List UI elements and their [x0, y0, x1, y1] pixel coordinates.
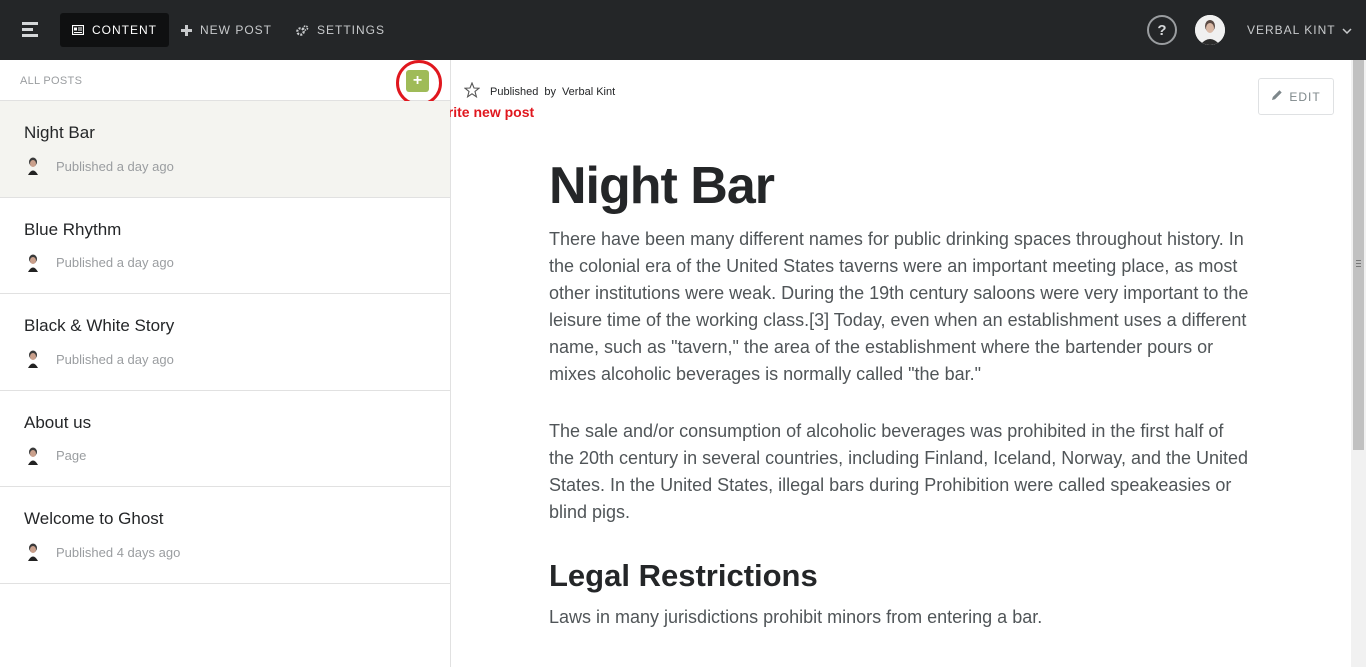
user-menu[interactable]: VERBAL KINT — [1247, 23, 1352, 37]
scrollbar-thumb[interactable] — [1353, 60, 1364, 450]
help-button[interactable]: ? — [1147, 15, 1177, 45]
article-paragraph: Laws in many jurisdictions prohibit mino… — [549, 607, 1043, 627]
pencil-icon — [1271, 89, 1283, 104]
content-icon — [72, 25, 84, 35]
author-avatar-icon — [28, 157, 38, 175]
article-heading: Legal Restrictions — [549, 558, 818, 593]
list-item-post-1[interactable]: Blue Rhythm Published a day ago — [0, 198, 450, 294]
list-item-post-3[interactable]: About us Page — [0, 391, 450, 487]
publish-status: Published — [490, 85, 539, 98]
post-meta: Published a day ago — [26, 254, 174, 272]
post-preview: Published by Verbal Kint EDIT Night Bar … — [451, 60, 1351, 667]
author-avatar-icon — [28, 254, 38, 272]
nav-new-post[interactable]: NEW POST — [181, 13, 272, 47]
publish-by: by — [544, 85, 556, 98]
post-status: Published a day ago — [56, 255, 174, 270]
post-title: Welcome to Ghost — [24, 509, 164, 528]
edit-button[interactable]: EDIT — [1258, 78, 1334, 115]
gears-icon — [296, 24, 309, 36]
scrollbar[interactable] — [1351, 60, 1366, 667]
article-paragraph: The sale and/or consumption of alcoholic… — [549, 421, 1249, 522]
author-avatar-icon — [28, 350, 38, 368]
user-avatar[interactable] — [1195, 15, 1225, 45]
list-item-post-2[interactable]: Black & White Story Published a day ago — [0, 294, 450, 391]
publish-author: Verbal Kint — [561, 85, 616, 98]
nav-settings[interactable]: SETTINGS — [296, 13, 385, 47]
post-status: Published 4 days ago — [56, 544, 181, 560]
author-avatar-icon — [28, 447, 38, 465]
annotation-circle — [396, 60, 442, 106]
nav-settings-label: SETTINGS — [317, 23, 386, 37]
top-navigation-bar: CONTENT NEW POST SETTINGS ? VERBAL KINT — [0, 0, 1366, 60]
sidebar-header: ALL POSTS + — [0, 60, 450, 106]
article-paragraph: There have been many different names for… — [549, 229, 1249, 384]
post-meta: Published 4 days ago — [26, 543, 180, 561]
user-name: VERBAL KINT — [1247, 23, 1336, 37]
chevron-down-icon — [1342, 23, 1352, 37]
post-title: Black & White Story — [24, 316, 175, 335]
post-status: Published a day ago — [56, 351, 174, 367]
nav-content-label: CONTENT — [92, 23, 157, 37]
post-meta: Page — [26, 447, 86, 465]
post-meta: Published a day ago — [26, 157, 174, 175]
edit-label: EDIT — [1289, 89, 1321, 104]
menu-toggle-icon[interactable] — [22, 22, 38, 38]
post-title: About us — [24, 412, 92, 432]
post-title: Night Bar — [24, 123, 95, 142]
post-status: Page — [56, 448, 87, 463]
publish-info: Published by Verbal Kint — [463, 81, 616, 101]
post-meta: Published a day ago — [26, 350, 174, 368]
star-icon[interactable] — [463, 81, 481, 101]
plus-icon — [181, 24, 192, 36]
nav-content-tab[interactable]: CONTENT — [60, 13, 169, 47]
post-list: Night Bar Published a day ago Blue Rhyth… — [0, 101, 450, 584]
list-item-post-4[interactable]: Welcome to Ghost Published 4 days ago — [0, 487, 450, 584]
article-content: Night Bar There have been many different… — [549, 156, 1249, 631]
all-posts-label: ALL POSTS — [20, 75, 83, 87]
nav-new-post-label: NEW POST — [200, 23, 273, 37]
post-title: Blue Rhythm — [24, 219, 122, 239]
posts-sidebar: ALL POSTS + Click here to write new post… — [0, 60, 534, 667]
list-item-post-0[interactable]: Night Bar Published a day ago — [0, 101, 450, 198]
article-title: Night Bar — [549, 157, 775, 215]
post-status: Published a day ago — [56, 158, 174, 174]
author-avatar-icon — [28, 543, 38, 561]
